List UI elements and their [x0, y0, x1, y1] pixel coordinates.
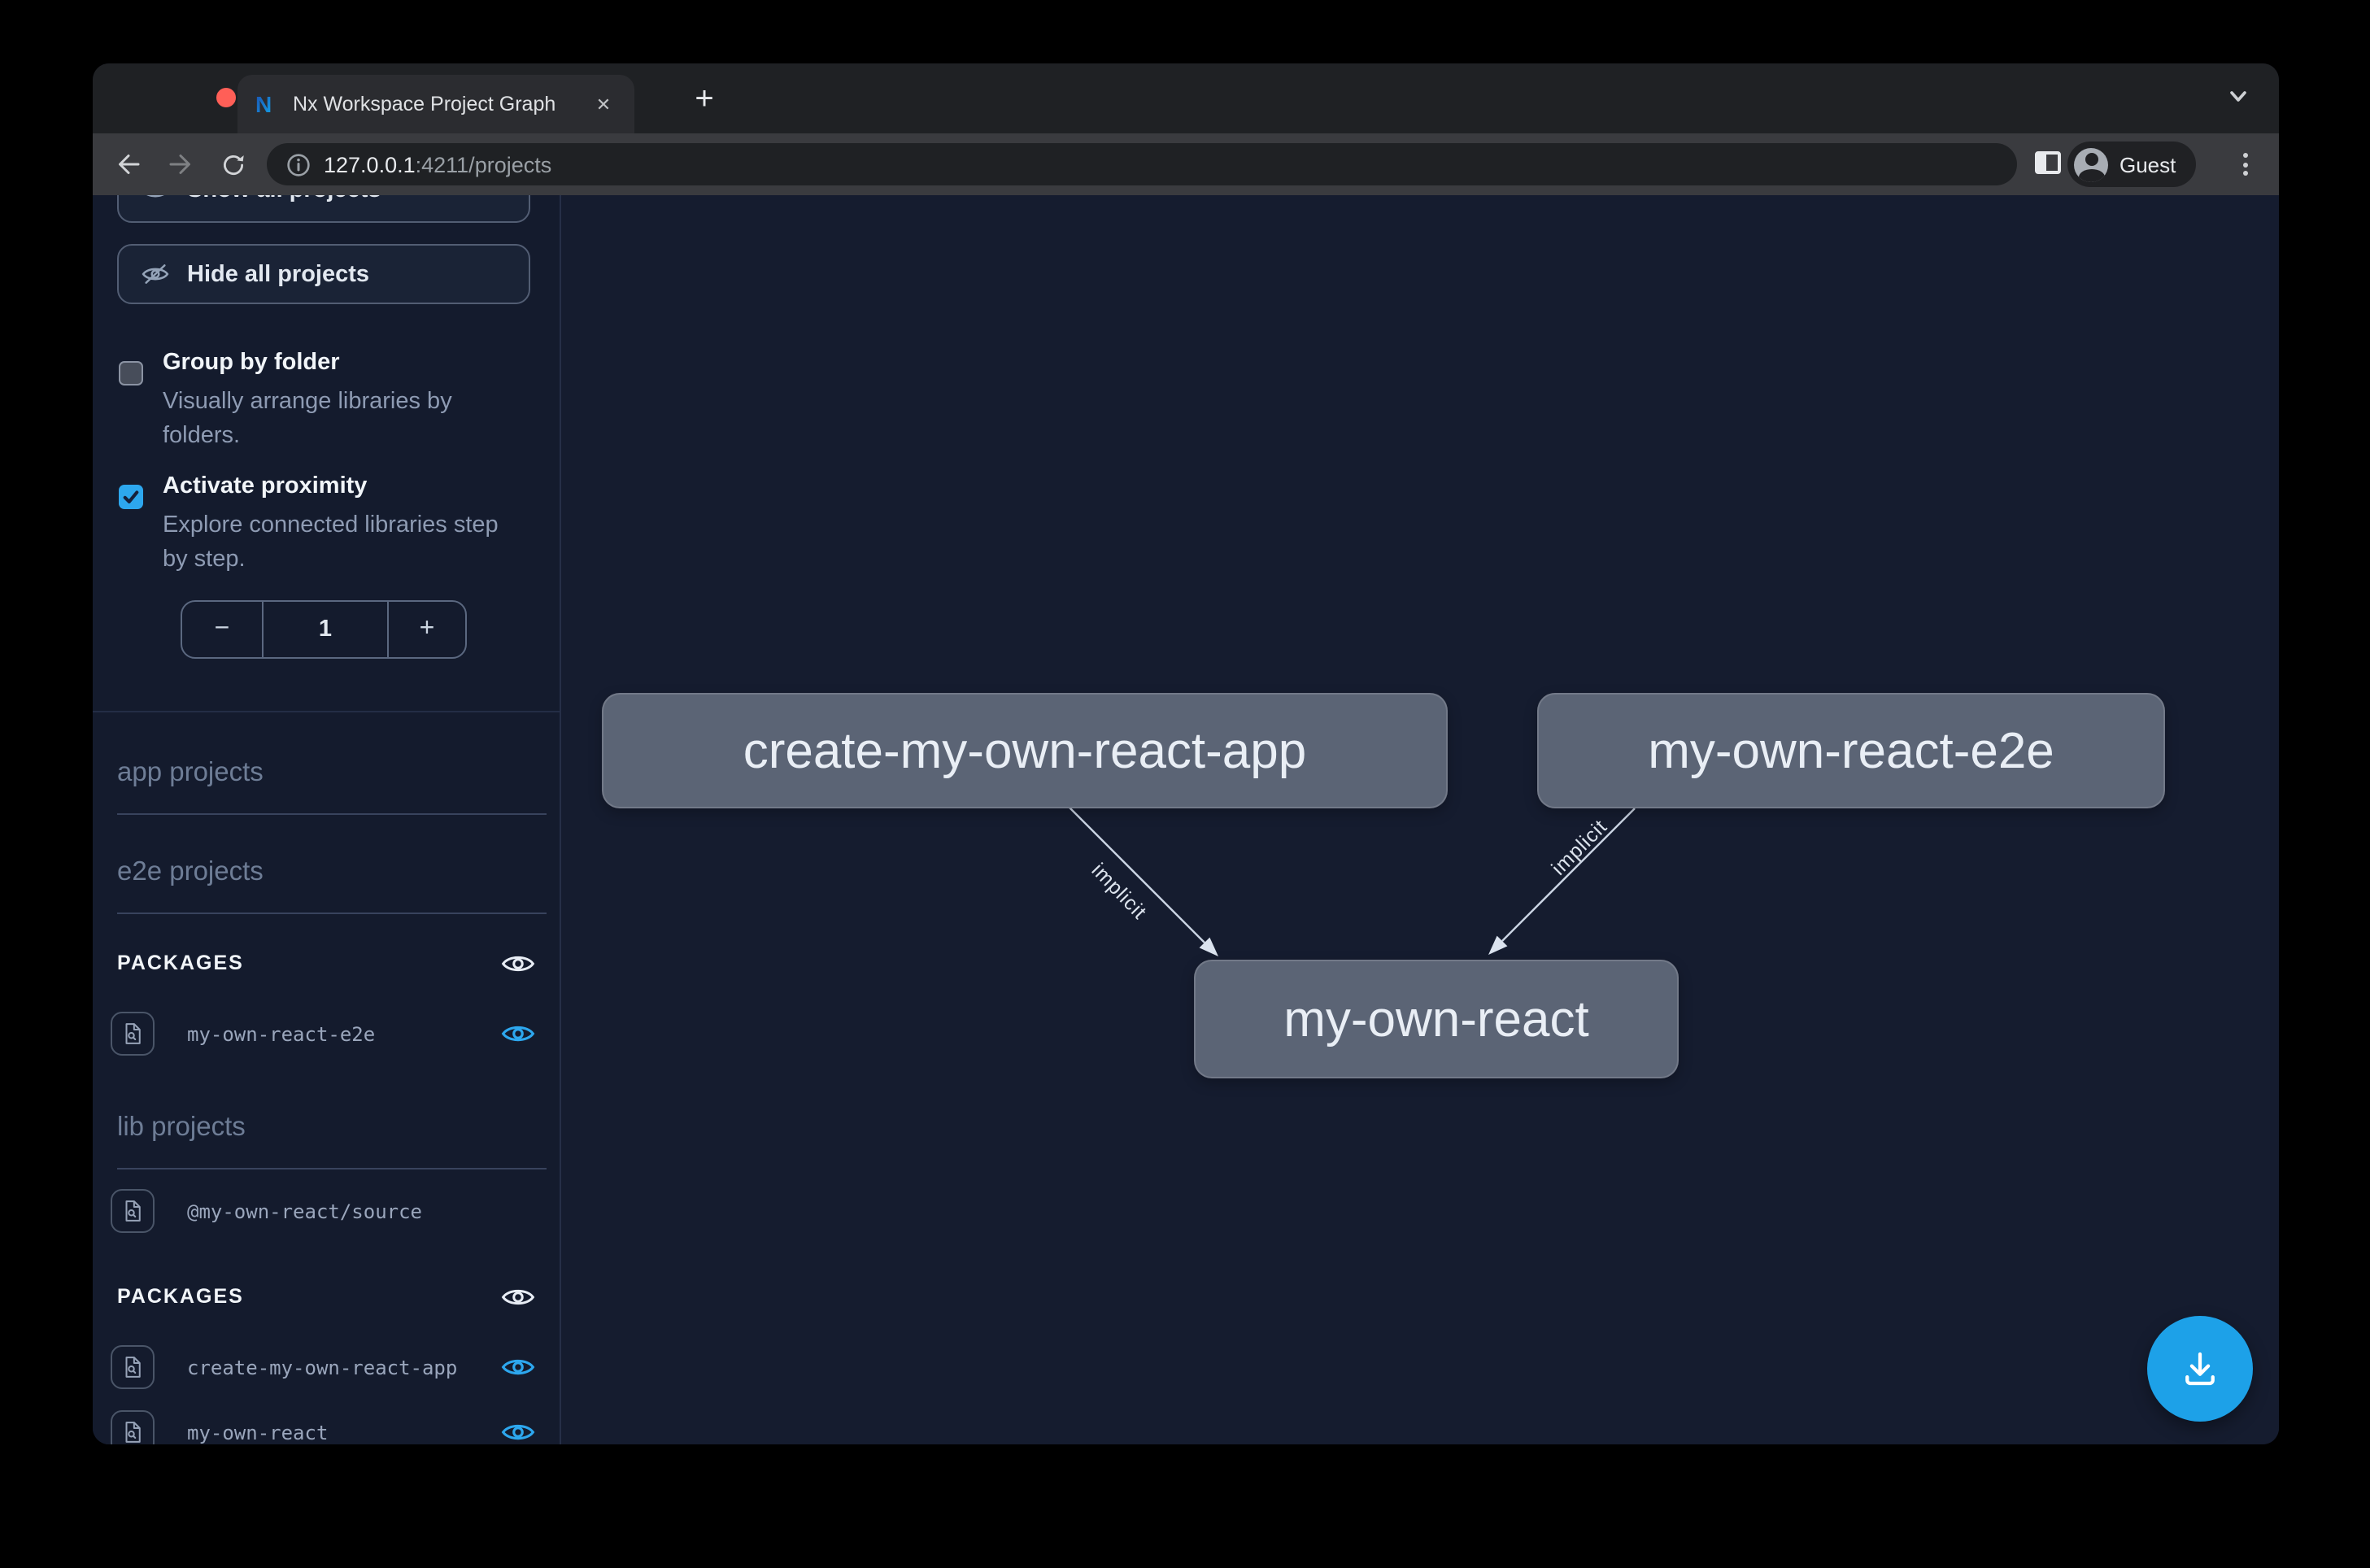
- url-host: 127.0.0.1: [324, 152, 416, 176]
- group-by-folder-checkbox[interactable]: [119, 361, 143, 385]
- back-icon[interactable]: [107, 143, 150, 185]
- item-my-own-react-eye-icon[interactable]: [498, 1417, 537, 1444]
- packages-header-e2e: PACKAGES: [117, 952, 244, 974]
- graph-node-my-own-react[interactable]: my-own-react: [1194, 960, 1679, 1078]
- browser-menu-icon[interactable]: [2233, 145, 2256, 184]
- edge-label-implicit: implicit: [1087, 859, 1152, 924]
- section-app-projects: app projects: [117, 758, 547, 815]
- show-all-projects-label: Show all projects: [187, 195, 381, 203]
- project-doc-icon[interactable]: [111, 1345, 155, 1389]
- section-lib-projects: lib projects: [117, 1113, 547, 1169]
- site-info-icon[interactable]: [286, 152, 311, 176]
- profile-label: Guest: [2119, 152, 2176, 176]
- graph-node-create-my-own-react-app[interactable]: create-my-own-react-app: [602, 693, 1448, 808]
- item-e2e-eye-icon[interactable]: [498, 1018, 537, 1048]
- proximity-value[interactable]: 1: [262, 602, 387, 657]
- avatar: [2074, 147, 2108, 181]
- tab-strip: N Nx Workspace Project Graph ✕ +: [93, 63, 2279, 133]
- list-item-my-own-react-source[interactable]: @my-own-react/source: [187, 1200, 422, 1223]
- page-content: Show all projects Hide all projects Grou…: [93, 195, 2279, 1444]
- browser-window: N Nx Workspace Project Graph ✕ +: [93, 63, 2279, 1444]
- profile-button[interactable]: Guest: [2067, 142, 2195, 187]
- nx-favicon: N: [254, 91, 280, 117]
- packages-lib-eye-icon[interactable]: [498, 1282, 537, 1311]
- group-by-folder-description: Visually arrange libraries by folders.: [163, 385, 524, 454]
- tab-title: Nx Workspace Project Graph: [293, 93, 589, 115]
- list-item-my-own-react[interactable]: my-own-react: [187, 1422, 328, 1444]
- url-path: :4211/projects: [416, 152, 552, 176]
- project-doc-icon[interactable]: [111, 1189, 155, 1233]
- sidebar: Show all projects Hide all projects Grou…: [93, 195, 561, 1444]
- traffic-light-close[interactable]: [216, 88, 236, 107]
- activate-proximity-checkbox[interactable]: [119, 485, 143, 509]
- tab-nx-workspace[interactable]: N Nx Workspace Project Graph ✕: [237, 75, 634, 133]
- item-create-app-eye-icon[interactable]: [498, 1352, 537, 1381]
- project-doc-icon[interactable]: [111, 1012, 155, 1056]
- eye-icon: [142, 195, 169, 201]
- download-graph-button[interactable]: [2147, 1316, 2253, 1422]
- edge-label-implicit: implicit: [1547, 815, 1611, 879]
- group-by-folder-label: Group by folder: [163, 350, 340, 376]
- project-doc-icon[interactable]: [111, 1410, 155, 1444]
- tab-close-icon[interactable]: ✕: [589, 89, 618, 119]
- side-panel-icon[interactable]: [2035, 151, 2061, 174]
- address-bar[interactable]: 127.0.0.1:4211/projects: [267, 143, 2017, 185]
- graph-edges: implicit implicit: [561, 195, 2279, 1444]
- sidebar-divider: [93, 711, 560, 712]
- forward-icon[interactable]: [159, 143, 202, 185]
- screen: N Nx Workspace Project Graph ✕ +: [0, 0, 2370, 1568]
- show-all-projects-button[interactable]: Show all projects: [117, 195, 530, 223]
- eye-off-icon: [142, 262, 169, 286]
- hide-all-projects-button[interactable]: Hide all projects: [117, 244, 530, 304]
- section-e2e-projects: e2e projects: [117, 857, 547, 914]
- activate-proximity-description: Explore connected libraries step by step…: [163, 509, 524, 577]
- chevron-down-icon[interactable]: [2227, 85, 2250, 107]
- graph-node-my-own-react-e2e[interactable]: my-own-react-e2e: [1537, 693, 2165, 808]
- new-tab-button[interactable]: +: [682, 76, 727, 122]
- packages-header-lib: PACKAGES: [117, 1285, 244, 1308]
- packages-e2e-eye-icon[interactable]: [498, 948, 537, 978]
- proximity-stepper: − 1 +: [181, 600, 467, 659]
- browser-toolbar: 127.0.0.1:4211/projects Guest: [93, 133, 2279, 195]
- list-item-create-my-own-react-app[interactable]: create-my-own-react-app: [187, 1357, 457, 1379]
- activate-proximity-label: Activate proximity: [163, 473, 367, 499]
- list-item-my-own-react-e2e[interactable]: my-own-react-e2e: [187, 1023, 375, 1046]
- reload-icon[interactable]: [211, 143, 254, 185]
- check-icon: [122, 488, 140, 506]
- hide-all-projects-label: Hide all projects: [187, 261, 369, 287]
- url-text: 127.0.0.1:4211/projects: [324, 152, 551, 176]
- proximity-increment-button[interactable]: +: [387, 602, 465, 657]
- project-graph-canvas[interactable]: implicit implicit create-my-own-react-ap…: [561, 195, 2279, 1444]
- proximity-decrement-button[interactable]: −: [182, 602, 262, 657]
- svg-text:N: N: [255, 92, 272, 117]
- download-icon: [2178, 1347, 2222, 1391]
